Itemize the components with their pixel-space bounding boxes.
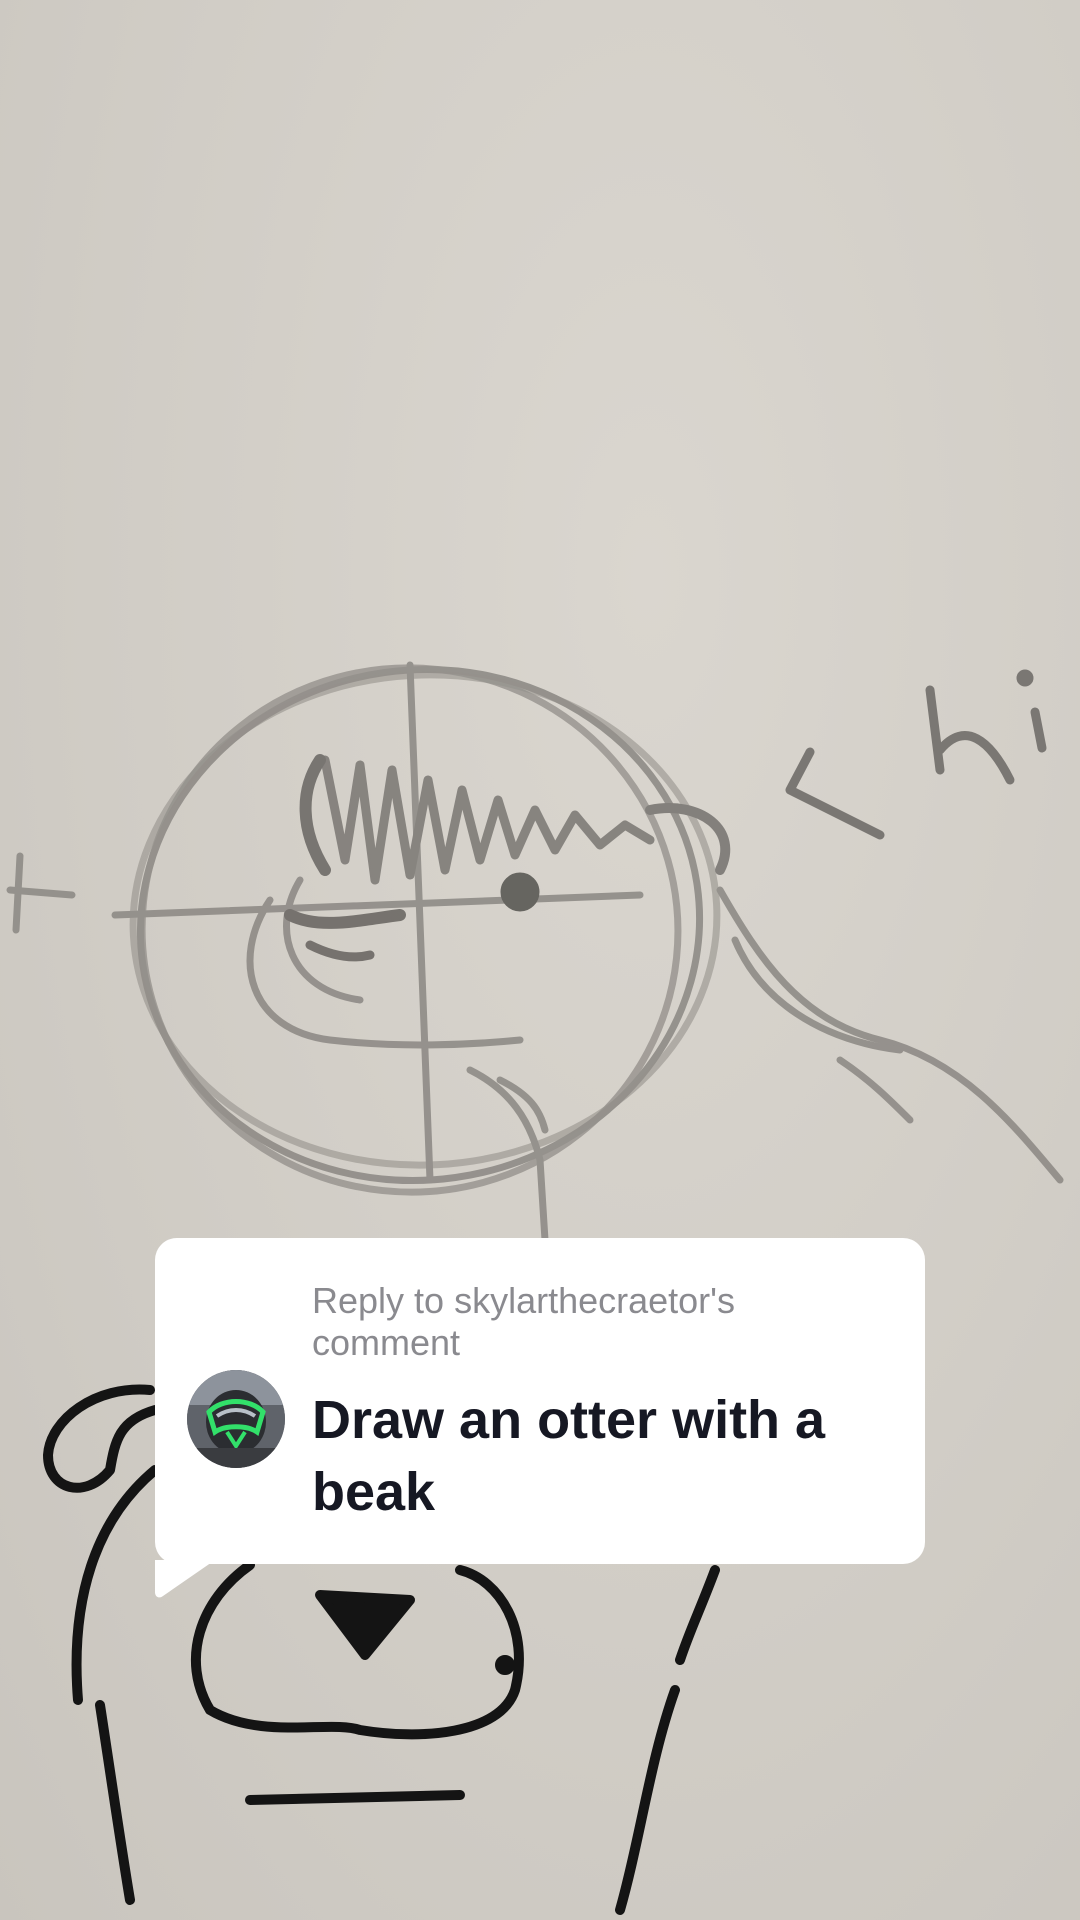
commenter-avatar[interactable]	[187, 1370, 285, 1468]
reply-card-tail	[155, 1560, 215, 1598]
reply-header: Reply to skylarthecraetor's comment	[312, 1280, 736, 1363]
reply-comment-text: Draw an otter with a beak	[312, 1390, 826, 1522]
user-avatar-icon	[187, 1370, 285, 1468]
pencil-sketch	[6, 661, 1064, 1915]
reply-comment-card[interactable]: Reply to skylarthecraetor's comment Draw…	[155, 1238, 925, 1564]
paper-background	[0, 0, 1080, 1920]
